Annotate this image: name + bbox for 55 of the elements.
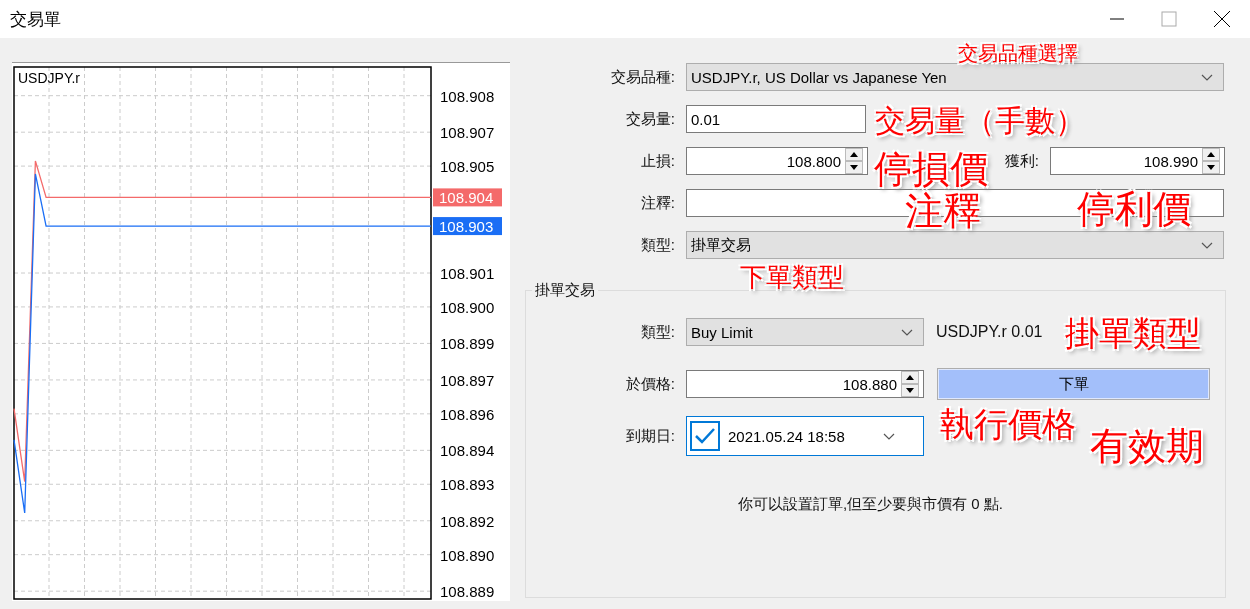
symbol-dropdown[interactable]: USDJPY.r, US Dollar vs Japanese Yen	[686, 63, 1224, 91]
symbol-summary: USDJPY.r 0.01	[936, 323, 1043, 341]
caret-icon	[1201, 73, 1213, 81]
field-label: 類型:	[639, 322, 675, 342]
axis-label: 108.897	[440, 371, 495, 389]
field-label: 於價格:	[624, 374, 675, 394]
spinner-icon[interactable]	[1202, 148, 1220, 174]
axis-label: 108.899	[440, 335, 495, 353]
caret-icon	[901, 328, 913, 336]
spinner-icon[interactable]	[845, 148, 863, 174]
axis-label: 108.907	[440, 124, 495, 142]
pending-type-dropdown[interactable]: Buy Limit	[686, 318, 924, 346]
volume-field[interactable]: 0.01	[686, 105, 866, 133]
axis-label: 108.896	[440, 405, 495, 423]
axis-label: 108.889	[440, 583, 495, 601]
price-tag: 108.903	[433, 217, 502, 236]
annotation-overlay: 注釋	[905, 190, 981, 232]
annotation-overlay: 下單類型	[740, 262, 844, 292]
hint-text: 你可以設置訂單,但至少要與市價有 0 點.	[738, 495, 1003, 514]
field-label: 到期日:	[624, 426, 675, 446]
caret-icon	[1201, 241, 1213, 249]
annotation-overlay: 有效期	[1090, 425, 1204, 467]
window-title: 交易單	[10, 8, 62, 31]
annotation-overlay: 停損價	[874, 148, 988, 190]
group-title: 掛單交易	[532, 281, 598, 300]
annotation-overlay: 掛單類型	[1065, 314, 1201, 352]
axis-label: 108.905	[440, 158, 495, 176]
axis-label: 108.908	[440, 87, 495, 105]
checkbox[interactable]	[690, 421, 720, 451]
axis-label: 108.890	[440, 546, 495, 564]
field-label: 止損:	[639, 151, 675, 171]
price-field[interactable]: 108.880	[686, 370, 924, 398]
spinner-icon[interactable]	[901, 371, 919, 397]
order-type-dropdown[interactable]: 掛單交易	[686, 231, 1224, 259]
axis-label: 108.893	[440, 476, 495, 494]
field-label: 類型:	[639, 235, 675, 255]
annotation-overlay: 交易品種選擇	[958, 41, 1078, 65]
caret-icon	[883, 432, 895, 440]
field-label: 交易量:	[624, 109, 675, 129]
stop-loss-field[interactable]: 108.800	[686, 147, 868, 175]
annotation-overlay: 執行價格	[940, 405, 1076, 443]
place-order-button[interactable]: 下單	[937, 368, 1210, 400]
take-profit-field[interactable]: 108.990	[1050, 147, 1225, 175]
price-tag: 108.904	[433, 188, 502, 207]
annotation-overlay: 停利價	[1077, 188, 1191, 230]
field-label: 獲利:	[1003, 151, 1039, 171]
axis-label: 108.900	[440, 298, 495, 316]
expiry-field[interactable]: 2021.05.24 18:58	[686, 416, 924, 456]
axis-label: 108.894	[440, 442, 495, 460]
field-label: 注釋:	[639, 193, 675, 213]
symbol-label: USDJPY.r	[18, 70, 80, 86]
field-label: 交易品種:	[609, 67, 675, 87]
axis-label: 108.892	[440, 512, 495, 530]
axis-label: 108.901	[440, 265, 495, 282]
annotation-overlay: 交易量（手數）	[875, 104, 1085, 138]
